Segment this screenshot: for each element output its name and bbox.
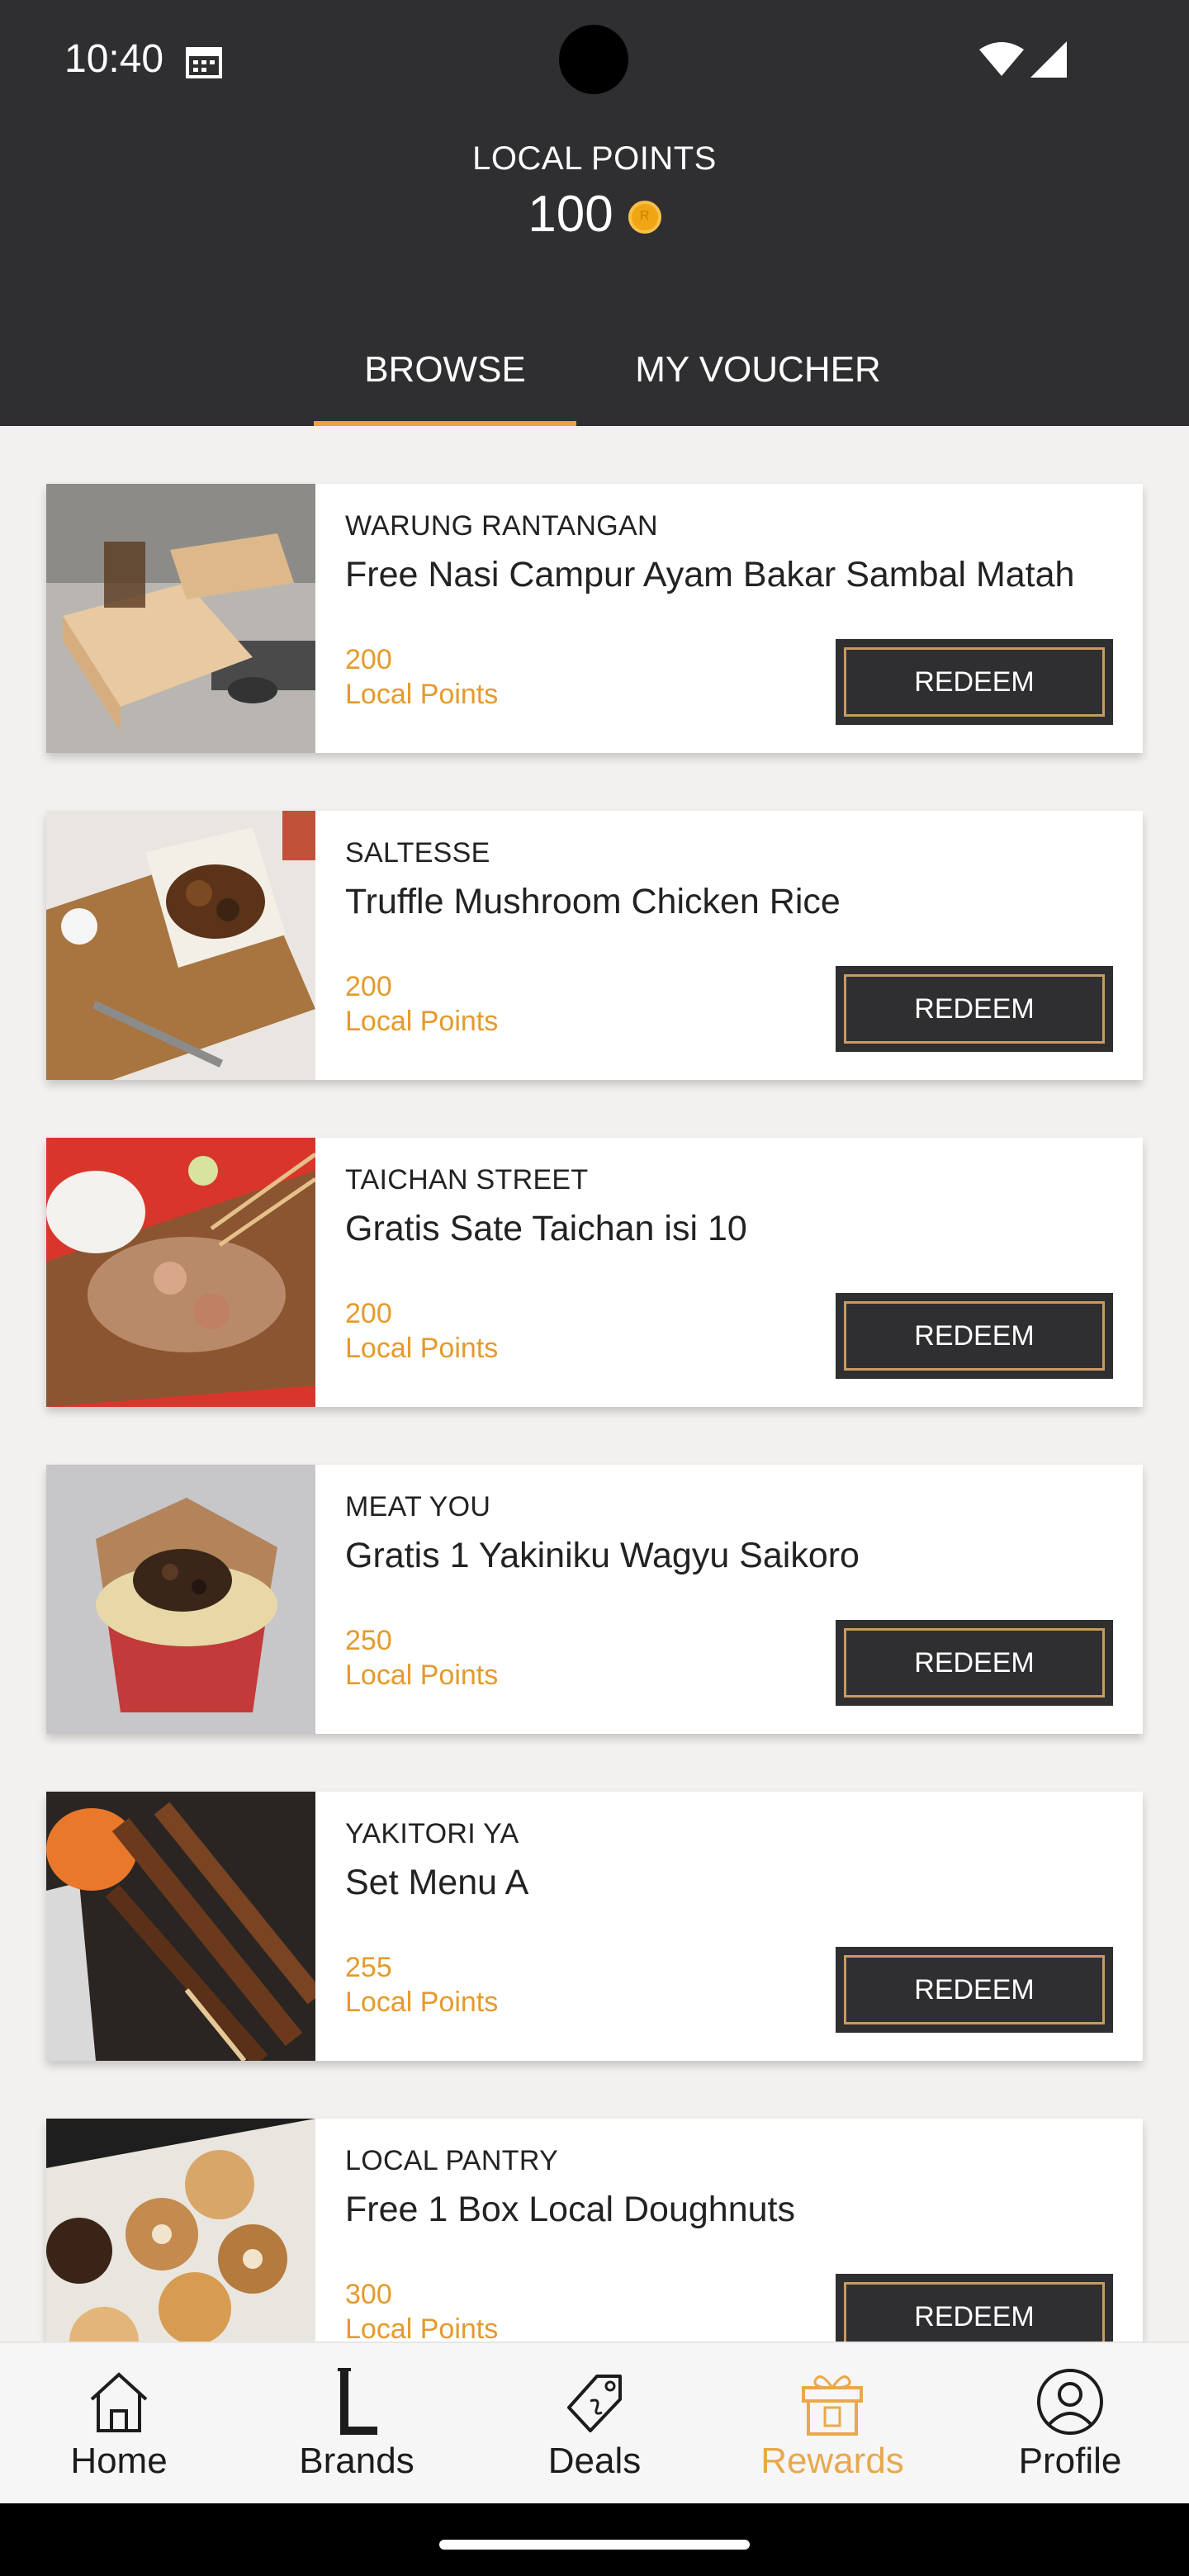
bottom-navigation: Home Brands Deals Rewards Profile [0,2342,1189,2503]
nav-profile-label: Profile [1018,2441,1122,2481]
brands-icon [338,2368,377,2435]
reward-points: 300 [345,2279,392,2310]
profile-icon [1037,2369,1103,2435]
reward-details: TAICHAN STREET Gratis Sate Taichan isi 1… [315,1138,1143,1407]
nav-home[interactable]: Home [0,2343,238,2503]
reward-price: 200 Local Points [345,969,498,1039]
camera-cutout [559,25,628,94]
reward-title: Free Nasi Campur Ayam Bakar Sambal Matah [345,555,1075,594]
reward-details: WARUNG RANTANGAN Free Nasi Campur Ayam B… [315,484,1143,753]
reward-points: 250 [345,1625,392,1656]
nav-rewards-label: Rewards [760,2441,904,2481]
app-header: 10:40 LOCAL POINTS 100 BROWSE MY VOUCHER [0,0,1189,426]
reward-price: 300 Local Points [345,2277,498,2342]
redeem-button-label: REDEEM [844,1955,1105,2024]
reward-brand: TAICHAN STREET [345,1164,589,1196]
reward-title: Free 1 Box Local Doughnuts [345,2190,795,2229]
reward-image [46,1465,315,1734]
redeem-button[interactable]: REDEEM [836,2274,1113,2342]
reward-image [46,1138,315,1407]
redeem-button-label: REDEEM [844,974,1105,1044]
reward-price: 200 Local Points [345,1296,498,1366]
signal-icon [1030,41,1067,78]
reward-points: 200 [345,644,392,675]
reward-image [46,2119,315,2342]
home-icon [90,2372,148,2432]
reward-card[interactable]: TAICHAN STREET Gratis Sate Taichan isi 1… [46,1138,1143,1407]
reward-brand: SALTESSE [345,837,490,869]
redeem-button[interactable]: REDEEM [836,1293,1113,1379]
tab-my-voucher[interactable]: MY VOUCHER [576,314,940,426]
reward-card[interactable]: YAKITORI YA Set Menu A 255 Local Points … [46,1792,1143,2061]
rewards-list[interactable]: WARUNG RANTANGAN Free Nasi Campur Ayam B… [0,426,1189,2342]
reward-details: MEAT YOU Gratis 1 Yakiniku Wagyu Saikoro… [315,1465,1143,1734]
reward-brand: YAKITORI YA [345,1818,519,1849]
reward-points-unit: Local Points [345,1986,499,2018]
reward-image [46,484,315,753]
reward-title: Gratis 1 Yakiniku Wagyu Saikoro [345,1536,860,1575]
reward-image [46,811,315,1080]
redeem-button[interactable]: REDEEM [836,1620,1113,1706]
nav-rewards[interactable]: Rewards [713,2343,951,2503]
reward-price: 200 Local Points [345,642,498,712]
coin-icon [628,200,661,234]
redeem-button-label: REDEEM [844,1301,1105,1371]
reward-card[interactable]: LOCAL PANTRY Free 1 Box Local Doughnuts … [46,2119,1143,2342]
points-balance: 100 [0,185,1189,244]
reward-points: 255 [345,1952,392,1983]
nav-brands[interactable]: Brands [238,2343,476,2503]
reward-brand: MEAT YOU [345,1491,491,1522]
redeem-button[interactable]: REDEEM [836,966,1113,1052]
reward-price: 255 Local Points [345,1950,498,2020]
reward-details: LOCAL PANTRY Free 1 Box Local Doughnuts … [315,2119,1143,2342]
reward-title: Set Menu A [345,1863,529,1902]
reward-image [46,1792,315,2061]
home-gesture-bar[interactable] [439,2540,750,2550]
reward-card[interactable]: MEAT YOU Gratis 1 Yakiniku Wagyu Saikoro… [46,1465,1143,1734]
reward-points-unit: Local Points [345,1660,499,1691]
nav-deals-label: Deals [547,2441,642,2481]
calendar-icon [186,47,222,78]
tab-bar: BROWSE MY VOUCHER [314,314,940,426]
reward-details: YAKITORI YA Set Menu A 255 Local Points … [315,1792,1143,2061]
reward-title: Gratis Sate Taichan isi 10 [345,1209,747,1248]
reward-card[interactable]: WARUNG RANTANGAN Free Nasi Campur Ayam B… [46,484,1143,753]
reward-points-unit: Local Points [345,1006,499,1037]
reward-points: 200 [345,971,392,1002]
wifi-icon [979,42,1024,76]
reward-details: SALTESSE Truffle Mushroom Chicken Rice 2… [315,811,1143,1080]
tab-my-voucher-label: MY VOUCHER [635,349,881,390]
nav-profile[interactable]: Profile [951,2343,1189,2503]
reward-card[interactable]: SALTESSE Truffle Mushroom Chicken Rice 2… [46,811,1143,1080]
status-time: 10:40 [64,37,164,81]
gift-icon [802,2375,863,2436]
reward-points-unit: Local Points [345,2313,499,2342]
reward-title: Truffle Mushroom Chicken Rice [345,882,841,921]
reward-points: 200 [345,1298,392,1329]
tab-browse[interactable]: BROWSE [314,314,576,426]
redeem-button-label: REDEEM [844,1628,1105,1698]
nav-deals[interactable]: Deals [476,2343,713,2503]
reward-brand: LOCAL PANTRY [345,2145,559,2176]
status-bar: 10:40 [0,0,1189,124]
nav-brands-label: Brands [299,2441,414,2481]
reward-points-unit: Local Points [345,1333,499,1364]
reward-price: 250 Local Points [345,1623,498,1693]
redeem-button-label: REDEEM [844,2282,1105,2342]
deals-tag-icon [567,2375,622,2432]
redeem-button[interactable]: REDEEM [836,1947,1113,2033]
reward-brand: WARUNG RANTANGAN [345,510,658,542]
nav-home-label: Home [70,2441,168,2481]
points-value: 100 [528,186,613,243]
redeem-button-label: REDEEM [844,647,1105,717]
redeem-button[interactable]: REDEEM [836,639,1113,725]
reward-points-unit: Local Points [345,679,499,710]
tab-browse-label: BROWSE [364,349,526,390]
points-title: LOCAL POINTS [472,140,717,177]
